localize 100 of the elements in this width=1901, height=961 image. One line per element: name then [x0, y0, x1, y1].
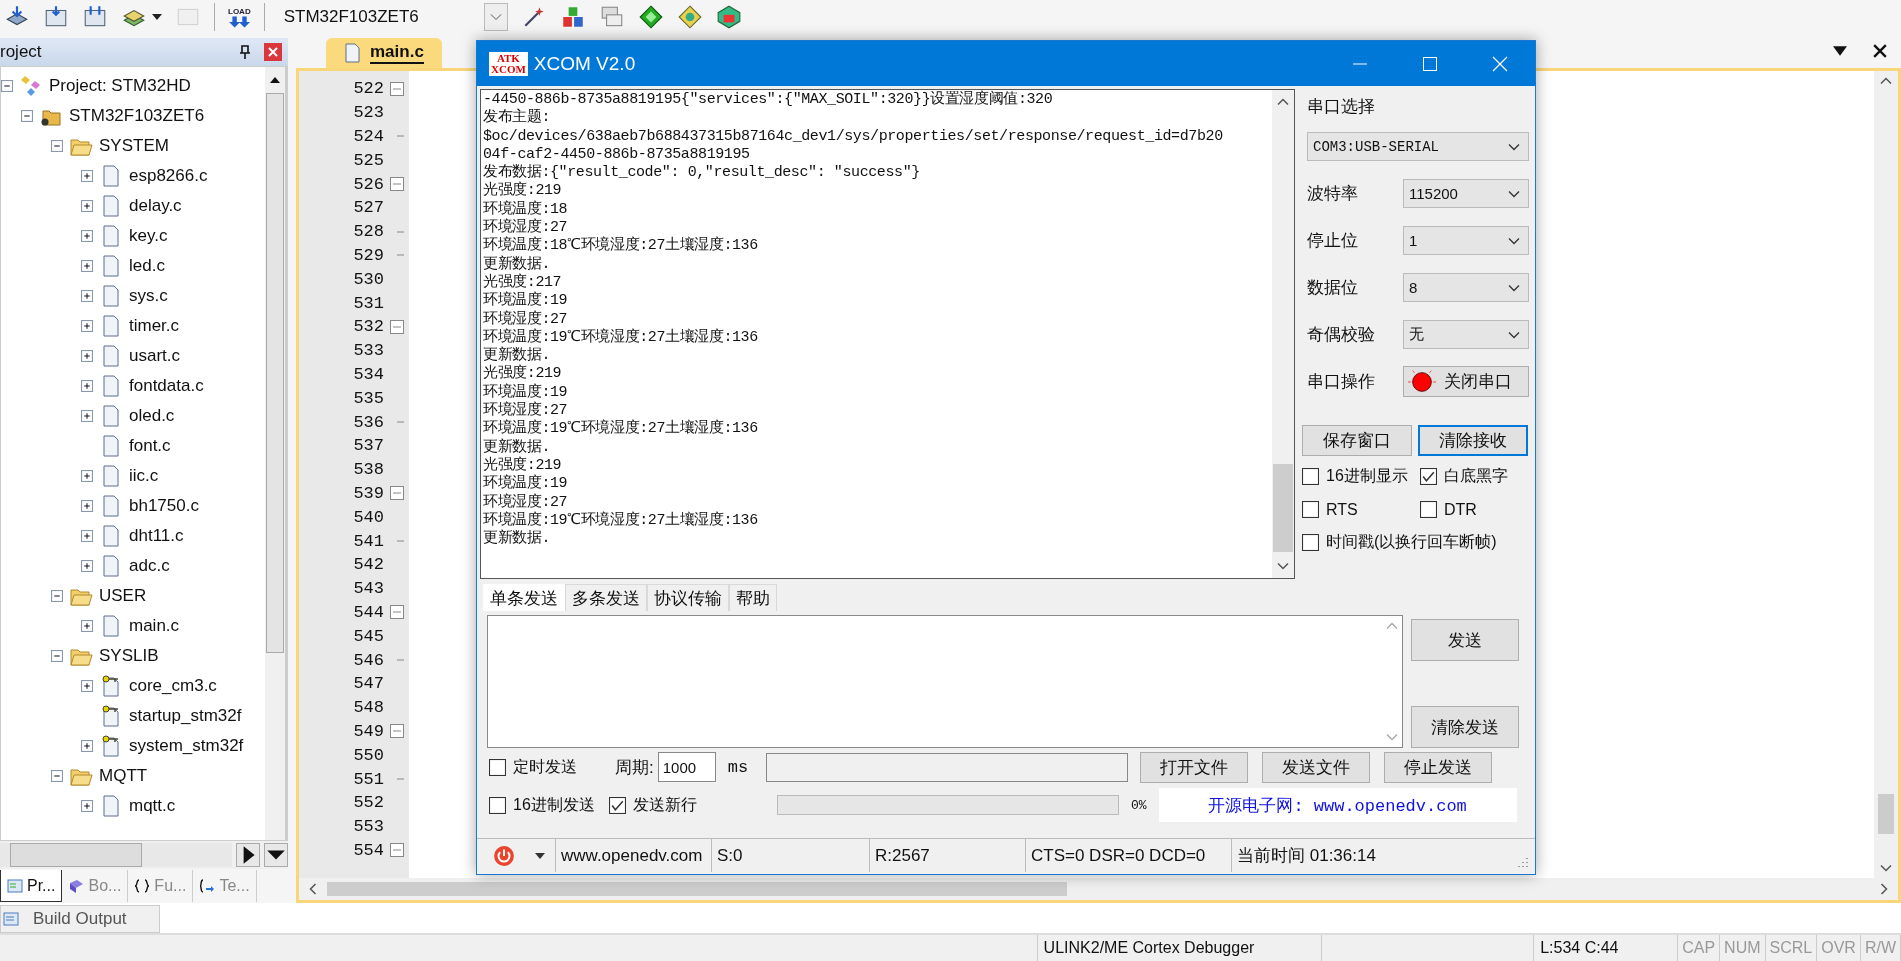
load-button[interactable]: LOAD [228, 6, 251, 28]
scroll-up-icon[interactable] [270, 77, 280, 83]
power-icon[interactable] [493, 844, 515, 867]
tree-item[interactable]: esp8266.c [129, 166, 208, 186]
collapse-icon[interactable] [51, 140, 63, 152]
expand-icon[interactable] [81, 200, 93, 212]
send-tab[interactable]: 单条发送 [483, 584, 565, 611]
checkbox-label[interactable]: 白底黑字 [1444, 466, 1508, 487]
chevron-icon[interactable] [1508, 236, 1520, 245]
scroll-thumb[interactable] [1878, 794, 1894, 834]
scroll-down-icon[interactable] [1277, 562, 1289, 570]
tree-item[interactable]: usart.c [129, 346, 181, 366]
panel-button[interactable]: 清除接收 [1418, 425, 1528, 456]
tree-item[interactable]: core_cm3.c [129, 676, 217, 696]
send-tab[interactable]: 协议传输 [647, 584, 729, 611]
tree-item[interactable]: font.c [129, 436, 171, 456]
file-button[interactable]: 打开文件 [1140, 751, 1249, 783]
expand-icon[interactable] [81, 260, 93, 272]
fold-icon[interactable] [389, 177, 404, 192]
checkbox[interactable] [1420, 468, 1437, 485]
checkbox-label[interactable]: 发送新行 [633, 794, 697, 816]
expand-icon[interactable] [81, 680, 93, 692]
checkbox-label[interactable]: 时间戳(以换行回车断帧) [1326, 532, 1497, 553]
dropdown-icon[interactable] [264, 843, 288, 867]
expand-icon[interactable] [81, 470, 93, 482]
checkbox[interactable] [1420, 501, 1437, 518]
checkbox[interactable] [609, 796, 626, 814]
expand-icon[interactable] [81, 620, 93, 632]
tree-item[interactable]: key.c [129, 226, 168, 246]
tree-item[interactable]: sys.c [129, 286, 168, 306]
close-icon[interactable] [1873, 44, 1887, 58]
tree-item[interactable]: dht11.c [129, 526, 184, 546]
website-link[interactable]: 开源电子网: www.openedv.com [1158, 788, 1517, 822]
expand-icon[interactable] [81, 320, 93, 332]
caret-icon[interactable] [535, 852, 545, 859]
scroll-down-icon[interactable] [1880, 864, 1892, 872]
tree-item[interactable]: timer.c [129, 316, 180, 336]
tree-item[interactable]: led.c [129, 256, 165, 276]
checkbox-label[interactable]: DTR [1444, 500, 1477, 519]
fold-icon[interactable] [389, 319, 404, 334]
tree-item[interactable]: startup_stm32f [129, 706, 242, 726]
checkbox-label[interactable]: 16进制发送 [513, 794, 595, 816]
expand-icon[interactable] [81, 380, 93, 392]
port-dropdown[interactable]: COM3:USB-SERIAL [1307, 132, 1529, 161]
send-button[interactable]: 清除发送 [1411, 706, 1519, 748]
checkbox-label[interactable]: RTS [1326, 500, 1358, 519]
scrollbar[interactable] [1272, 90, 1294, 578]
checkbox[interactable] [489, 796, 506, 814]
tree-item[interactable]: adc.c [129, 556, 170, 576]
scrollbar[interactable] [1874, 71, 1898, 878]
checkbox[interactable] [1302, 501, 1319, 518]
tree-item[interactable]: iic.c [129, 466, 159, 486]
scrollbar[interactable] [265, 67, 285, 840]
maximize-icon[interactable] [1422, 55, 1438, 72]
setting-dropdown[interactable]: 8 [1403, 273, 1529, 302]
checkbox-label[interactable]: 定时发送 [513, 756, 577, 778]
fold-icon[interactable] [389, 843, 404, 858]
setting-dropdown[interactable]: 1 [1403, 226, 1529, 255]
expand-icon[interactable] [81, 410, 93, 422]
scroll-thumb[interactable] [1273, 464, 1293, 552]
expand-icon[interactable] [81, 170, 93, 182]
chevron-icon[interactable] [1508, 330, 1520, 339]
setting-dropdown[interactable]: 无 [1403, 320, 1529, 349]
editor-tab[interactable]: main.c [326, 38, 442, 68]
tree-item[interactable]: STM32F103ZET6 [69, 106, 205, 126]
expand-icon[interactable] [81, 230, 93, 242]
fold-icon[interactable] [389, 486, 404, 501]
expand-icon[interactable] [81, 290, 93, 302]
file-button[interactable]: 停止发送 [1384, 751, 1493, 783]
fold-icon[interactable] [389, 724, 404, 739]
scroll-right-icon[interactable] [236, 843, 260, 867]
scroll-left-icon[interactable] [309, 883, 317, 895]
tree-item[interactable]: oled.c [129, 406, 175, 426]
tree-item[interactable]: delay.c [129, 196, 182, 216]
caret-icon[interactable] [152, 14, 162, 20]
fold-icon[interactable] [389, 605, 404, 620]
tree-item[interactable]: Project: STM32HD [49, 76, 191, 96]
expand-icon[interactable] [81, 530, 93, 542]
tree-item[interactable]: fontdata.c [129, 376, 204, 396]
tree-item[interactable]: main.c [129, 616, 180, 636]
pin-icon[interactable] [240, 45, 250, 59]
tree-item[interactable]: MQTT [99, 766, 148, 786]
panel-button[interactable]: 保存窗口 [1302, 425, 1412, 456]
collapse-icon[interactable] [51, 650, 63, 662]
checkbox[interactable] [1302, 534, 1319, 551]
horizontal-scrollbar[interactable] [0, 843, 232, 867]
expand-icon[interactable] [81, 800, 93, 812]
tree-item[interactable]: system_stm32f [129, 736, 244, 756]
tree-item[interactable]: bh1750.c [129, 496, 199, 516]
file-path-field[interactable] [766, 752, 1129, 782]
collapse-icon[interactable] [51, 770, 63, 782]
setting-dropdown[interactable]: 115200 [1403, 179, 1529, 208]
expand-icon[interactable] [81, 740, 93, 752]
send-button[interactable]: 发送 [1411, 619, 1519, 661]
diamond-gem-icon[interactable] [676, 4, 703, 30]
checkbox[interactable] [489, 758, 506, 776]
diamond-icon[interactable] [637, 4, 664, 30]
tree-item[interactable]: USER [99, 586, 147, 606]
collapse-icon[interactable] [51, 590, 63, 602]
horizontal-scrollbar[interactable] [299, 878, 1898, 900]
